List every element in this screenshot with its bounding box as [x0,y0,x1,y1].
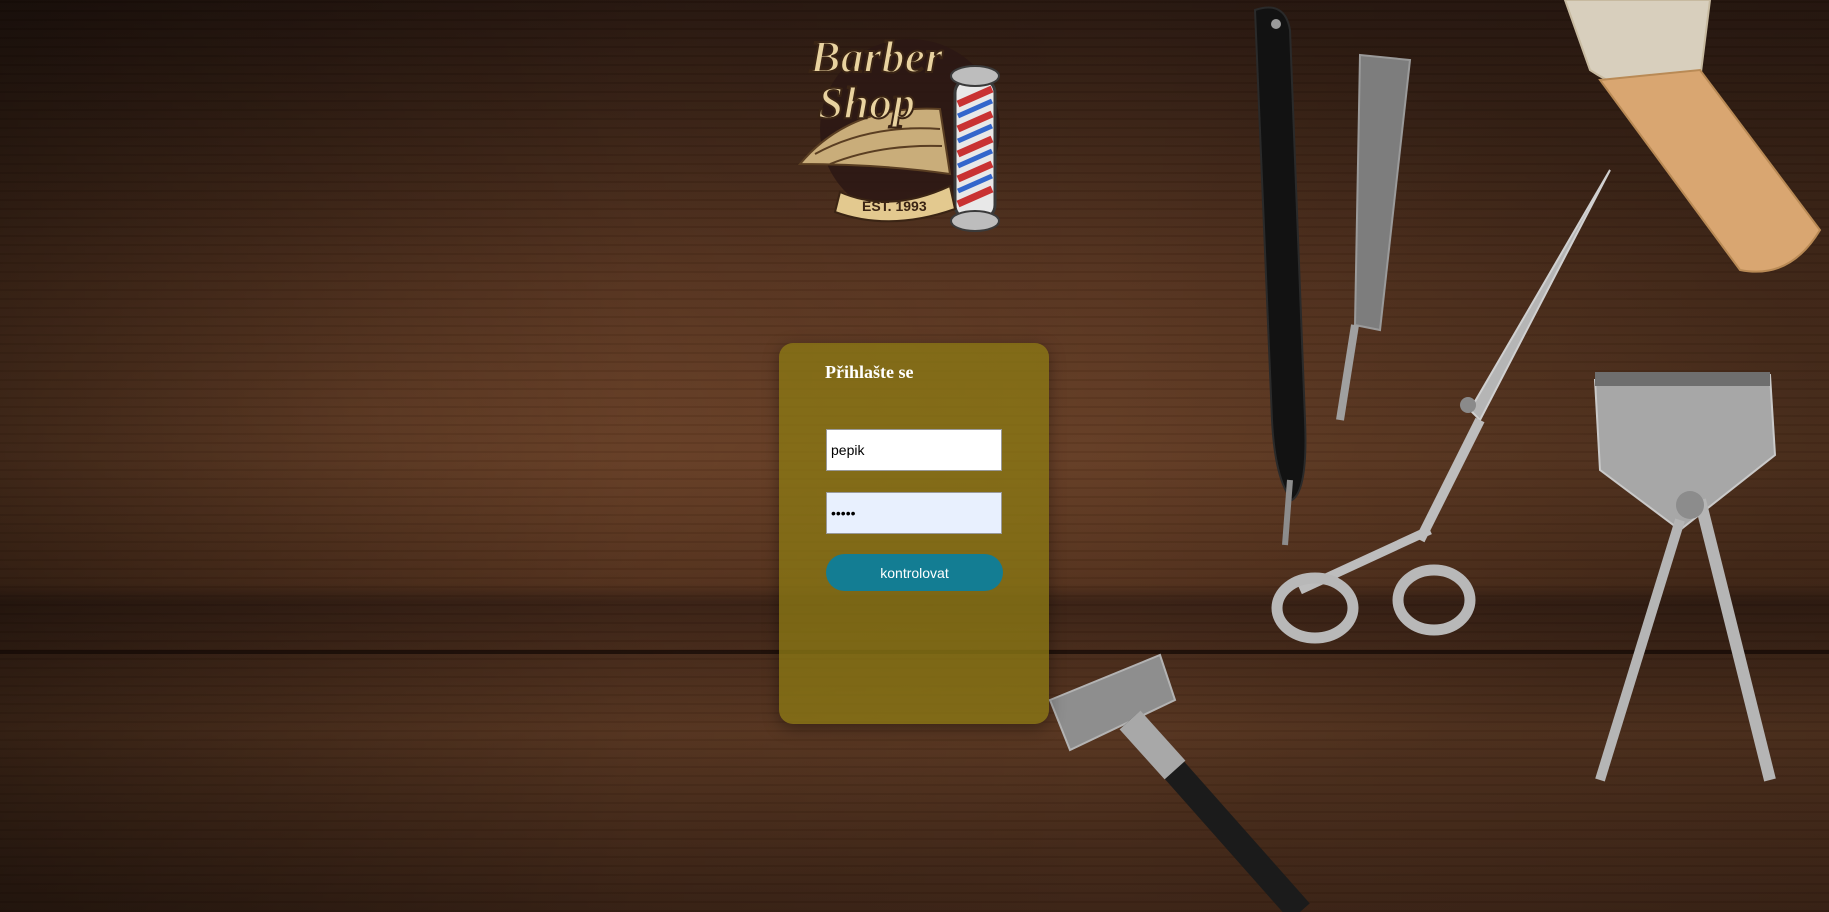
username-input[interactable] [826,429,1002,471]
login-panel: Přihlašte se kontrolovat [779,343,1049,724]
login-title: Přihlašte se [825,362,914,382]
logo-line1: Barber [809,31,944,82]
safety-razor-icon [1048,653,1310,912]
barber-shop-logo: Barber Shop EST. 1993 [797,30,1000,232]
logo-line2: Shop [818,77,915,128]
password-input[interactable] [826,492,1002,534]
straight-razor-icon [1336,53,1412,421]
submit-button[interactable]: kontrolovat [826,554,1003,591]
logo-est: EST. 1993 [862,198,927,214]
shaving-brush-icon [1563,0,1822,273]
barber-pole-icon [950,65,1000,232]
straight-razor-icon [1253,6,1307,546]
scissors-icon [1271,169,1611,644]
hair-clipper-icon [1593,372,1777,782]
barber-tools-decoration [1048,0,1822,912]
